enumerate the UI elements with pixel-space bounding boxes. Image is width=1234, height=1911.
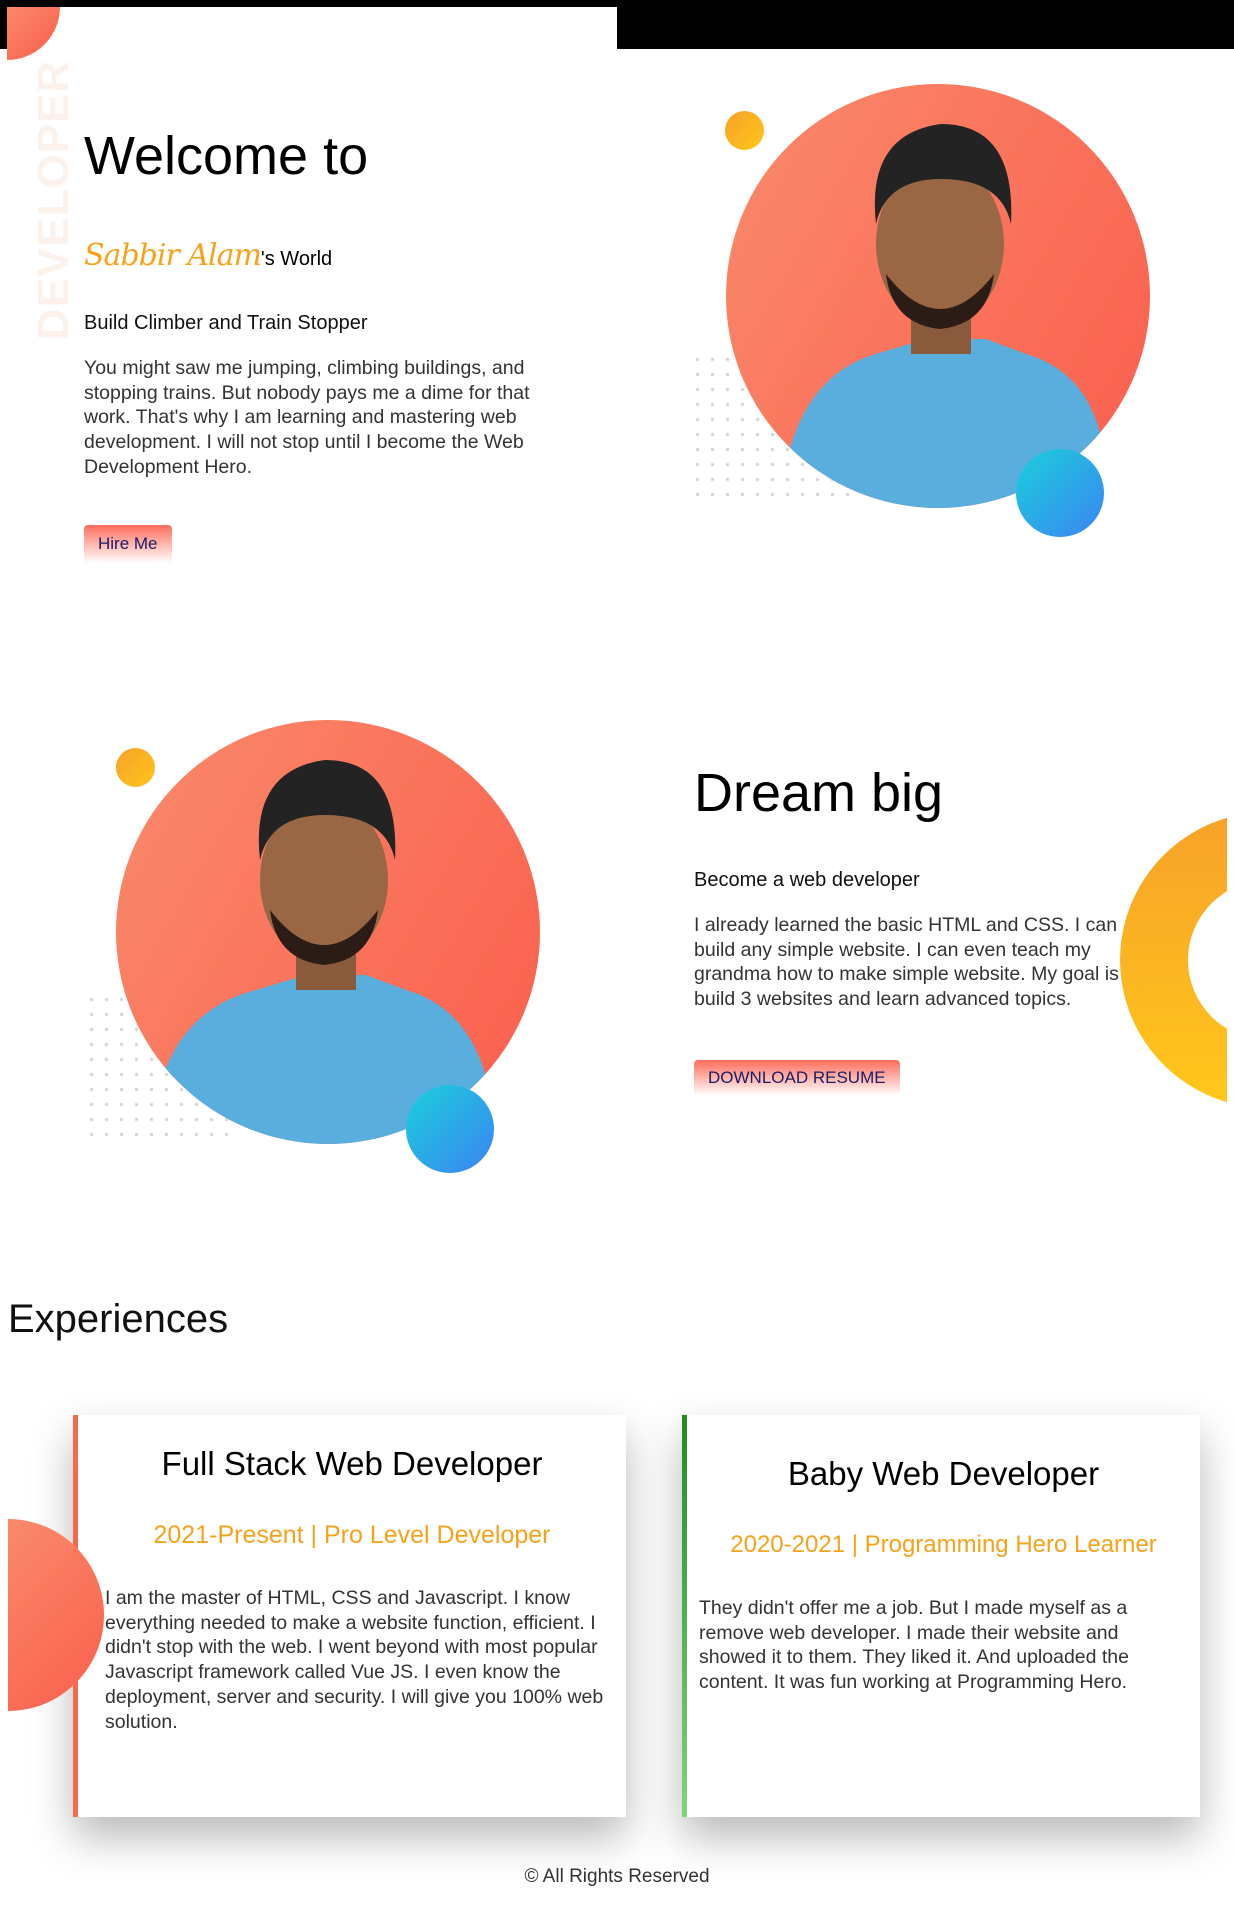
experience-description: They didn't offer me a job. But I made m…	[699, 1597, 1129, 1694]
person-illustration	[156, 760, 491, 1144]
experience-card: Baby Web Developer 2020-2021 | Programmi…	[682, 1415, 1200, 1817]
about-description: I already learned the basic HTML and CSS…	[694, 914, 1141, 1011]
hero-name: Sabbir Alam	[84, 238, 262, 273]
experience-period: 2020-2021 | Programming Hero Learner	[730, 1531, 1157, 1558]
hero-name-suffix: 's World	[260, 248, 333, 270]
hire-me-button[interactable]: Hire Me	[84, 525, 172, 563]
experience-card: Full Stack Web Developer 2021-Present | …	[73, 1415, 626, 1817]
profile-photo	[726, 84, 1150, 508]
experience-description: I am the master of HTML, CSS and Javascr…	[105, 1587, 604, 1733]
hero-description: You might saw me jumping, climbing build…	[84, 357, 530, 478]
hero-subtitle: Build Climber and Train Stopper	[84, 312, 368, 334]
about-title: Dream big	[694, 763, 944, 823]
hero-title: Welcome to	[84, 126, 369, 186]
header-panel	[7, 7, 617, 49]
ring-decor	[1120, 812, 1227, 1108]
experience-title: Baby Web Developer	[787, 1455, 1100, 1492]
experience-period: 2021-Present | Pro Level Developer	[153, 1521, 551, 1549]
footer-copyright: © All Rights Reserved	[524, 1866, 710, 1887]
experience-title: Full Stack Web Developer	[161, 1445, 543, 1482]
blue-dot-decor	[1016, 449, 1104, 537]
side-watermark: DEVELOPER	[29, 59, 78, 341]
download-resume-button[interactable]: DOWNLOAD RESUME	[694, 1060, 900, 1096]
decor-quarter-circle	[7, 7, 60, 60]
yellow-dot-decor	[116, 748, 155, 787]
hero-name-line: Sabbir Alam's World	[84, 238, 332, 273]
person-illustration	[786, 124, 1106, 508]
about-subtitle: Become a web developer	[694, 869, 920, 891]
blue-dot-decor	[406, 1085, 494, 1173]
profile-photo	[116, 720, 540, 1144]
yellow-dot-decor	[725, 111, 764, 150]
experiences-heading: Experiences	[8, 1297, 229, 1341]
